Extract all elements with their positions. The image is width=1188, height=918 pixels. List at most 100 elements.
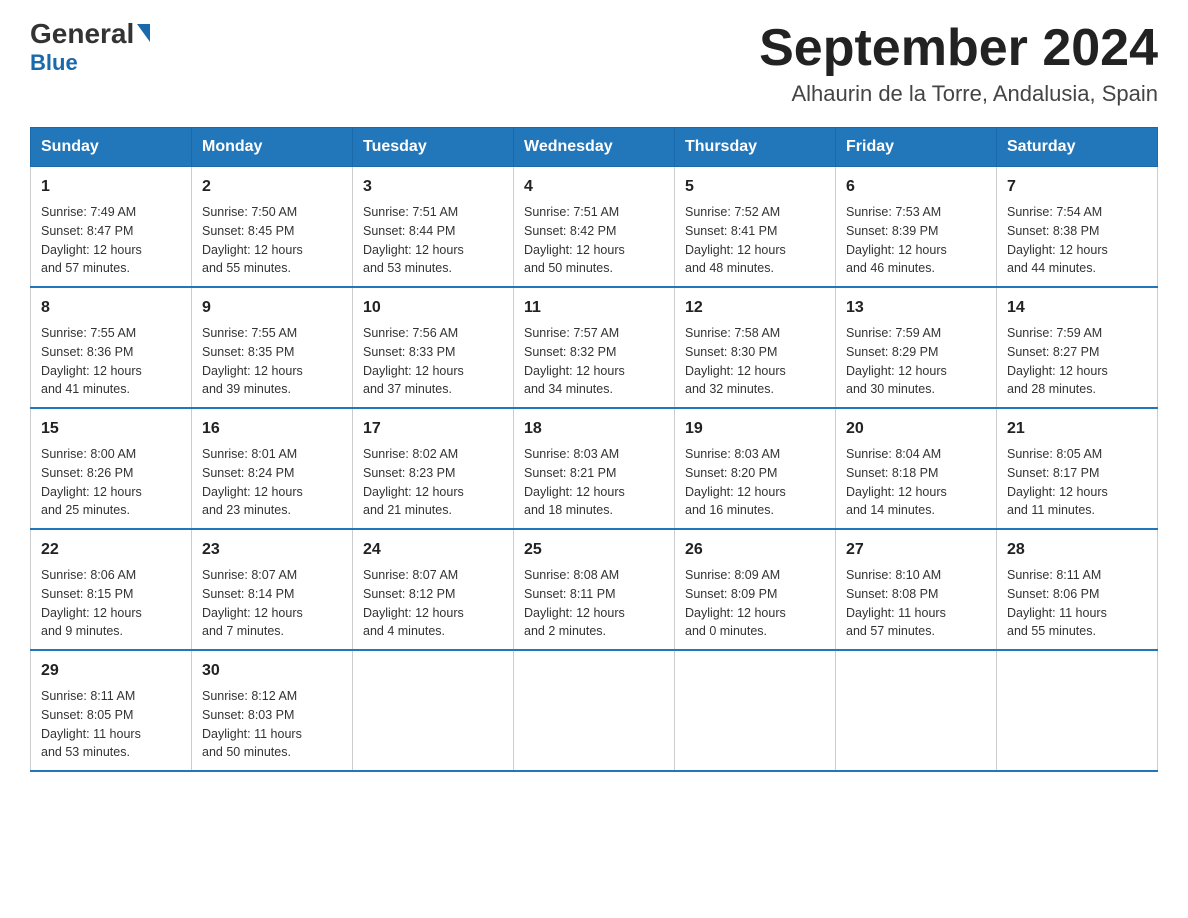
calendar-week-row: 1 Sunrise: 7:49 AM Sunset: 8:47 PM Daylig… bbox=[31, 167, 1158, 288]
logo-blue: Blue bbox=[30, 50, 78, 76]
calendar-cell: 29 Sunrise: 8:11 AM Sunset: 8:05 PM Dayli… bbox=[31, 650, 192, 771]
day-info: Sunrise: 8:12 AM Sunset: 8:03 PM Dayligh… bbox=[202, 687, 342, 762]
day-info: Sunrise: 7:54 AM Sunset: 8:38 PM Dayligh… bbox=[1007, 203, 1147, 278]
calendar-week-row: 8Sunrise: 7:55 AM Sunset: 8:36 PM Daylig… bbox=[31, 287, 1158, 408]
day-number: 1 bbox=[41, 175, 181, 199]
day-info: Sunrise: 7:49 AM Sunset: 8:47 PM Dayligh… bbox=[41, 203, 181, 278]
day-number: 28 bbox=[1007, 538, 1147, 562]
weekday-header-friday: Friday bbox=[836, 128, 997, 167]
day-info: Sunrise: 8:02 AM Sunset: 8:23 PM Dayligh… bbox=[363, 445, 503, 520]
calendar-cell: 10 Sunrise: 7:56 AM Sunset: 8:33 PM Dayli… bbox=[353, 287, 514, 408]
day-number: 16 bbox=[202, 417, 342, 441]
weekday-header-tuesday: Tuesday bbox=[353, 128, 514, 167]
calendar-cell: 17 Sunrise: 8:02 AM Sunset: 8:23 PM Dayli… bbox=[353, 408, 514, 529]
day-number: 4 bbox=[524, 175, 664, 199]
calendar-cell: 6Sunrise: 7:53 AM Sunset: 8:39 PM Daylig… bbox=[836, 167, 997, 288]
day-number: 6 bbox=[846, 175, 986, 199]
day-info: Sunrise: 7:51 AM Sunset: 8:44 PM Dayligh… bbox=[363, 203, 503, 278]
day-number: 20 bbox=[846, 417, 986, 441]
calendar-week-row: 22Sunrise: 8:06 AM Sunset: 8:15 PM Dayli… bbox=[31, 529, 1158, 650]
day-number: 12 bbox=[685, 296, 825, 320]
calendar-cell: 4 Sunrise: 7:51 AM Sunset: 8:42 PM Daylig… bbox=[514, 167, 675, 288]
weekday-header-row: SundayMondayTuesdayWednesdayThursdayFrid… bbox=[31, 128, 1158, 167]
day-info: Sunrise: 8:03 AM Sunset: 8:20 PM Dayligh… bbox=[685, 445, 825, 520]
calendar-cell bbox=[836, 650, 997, 771]
day-info: Sunrise: 8:11 AM Sunset: 8:06 PM Dayligh… bbox=[1007, 566, 1147, 641]
logo: General Blue bbox=[30, 20, 150, 76]
calendar-cell: 15 Sunrise: 8:00 AM Sunset: 8:26 PM Dayli… bbox=[31, 408, 192, 529]
calendar-cell: 23 Sunrise: 8:07 AM Sunset: 8:14 PM Dayli… bbox=[192, 529, 353, 650]
calendar-cell: 21 Sunrise: 8:05 AM Sunset: 8:17 PM Dayli… bbox=[997, 408, 1158, 529]
day-number: 5 bbox=[685, 175, 825, 199]
day-info: Sunrise: 8:05 AM Sunset: 8:17 PM Dayligh… bbox=[1007, 445, 1147, 520]
day-number: 24 bbox=[363, 538, 503, 562]
day-info: Sunrise: 8:08 AM Sunset: 8:11 PM Dayligh… bbox=[524, 566, 664, 641]
month-title: September 2024 bbox=[759, 20, 1158, 77]
calendar-cell: 26 Sunrise: 8:09 AM Sunset: 8:09 PM Dayli… bbox=[675, 529, 836, 650]
weekday-header-wednesday: Wednesday bbox=[514, 128, 675, 167]
day-info: Sunrise: 8:11 AM Sunset: 8:05 PM Dayligh… bbox=[41, 687, 181, 762]
day-info: Sunrise: 8:07 AM Sunset: 8:12 PM Dayligh… bbox=[363, 566, 503, 641]
day-number: 3 bbox=[363, 175, 503, 199]
calendar-cell: 3 Sunrise: 7:51 AM Sunset: 8:44 PM Daylig… bbox=[353, 167, 514, 288]
calendar-cell: 11 Sunrise: 7:57 AM Sunset: 8:32 PM Dayli… bbox=[514, 287, 675, 408]
calendar-cell: 13Sunrise: 7:59 AM Sunset: 8:29 PM Dayli… bbox=[836, 287, 997, 408]
page-header: General Blue September 2024 Alhaurin de … bbox=[30, 20, 1158, 107]
calendar-cell: 5Sunrise: 7:52 AM Sunset: 8:41 PM Daylig… bbox=[675, 167, 836, 288]
day-info: Sunrise: 7:50 AM Sunset: 8:45 PM Dayligh… bbox=[202, 203, 342, 278]
calendar-cell: 28 Sunrise: 8:11 AM Sunset: 8:06 PM Dayli… bbox=[997, 529, 1158, 650]
calendar-cell: 22Sunrise: 8:06 AM Sunset: 8:15 PM Dayli… bbox=[31, 529, 192, 650]
calendar-cell: 1 Sunrise: 7:49 AM Sunset: 8:47 PM Daylig… bbox=[31, 167, 192, 288]
day-number: 9 bbox=[202, 296, 342, 320]
day-info: Sunrise: 7:56 AM Sunset: 8:33 PM Dayligh… bbox=[363, 324, 503, 399]
day-info: Sunrise: 7:59 AM Sunset: 8:27 PM Dayligh… bbox=[1007, 324, 1147, 399]
day-info: Sunrise: 8:00 AM Sunset: 8:26 PM Dayligh… bbox=[41, 445, 181, 520]
day-number: 7 bbox=[1007, 175, 1147, 199]
calendar-cell: 7 Sunrise: 7:54 AM Sunset: 8:38 PM Daylig… bbox=[997, 167, 1158, 288]
calendar-cell bbox=[997, 650, 1158, 771]
day-info: Sunrise: 7:55 AM Sunset: 8:36 PM Dayligh… bbox=[41, 324, 181, 399]
day-info: Sunrise: 8:03 AM Sunset: 8:21 PM Dayligh… bbox=[524, 445, 664, 520]
day-number: 15 bbox=[41, 417, 181, 441]
day-number: 25 bbox=[524, 538, 664, 562]
day-number: 29 bbox=[41, 659, 181, 683]
day-info: Sunrise: 7:58 AM Sunset: 8:30 PM Dayligh… bbox=[685, 324, 825, 399]
day-info: Sunrise: 8:09 AM Sunset: 8:09 PM Dayligh… bbox=[685, 566, 825, 641]
day-number: 10 bbox=[363, 296, 503, 320]
calendar-cell: 14Sunrise: 7:59 AM Sunset: 8:27 PM Dayli… bbox=[997, 287, 1158, 408]
weekday-header-thursday: Thursday bbox=[675, 128, 836, 167]
calendar-cell: 2 Sunrise: 7:50 AM Sunset: 8:45 PM Daylig… bbox=[192, 167, 353, 288]
calendar-week-row: 29 Sunrise: 8:11 AM Sunset: 8:05 PM Dayli… bbox=[31, 650, 1158, 771]
day-number: 27 bbox=[846, 538, 986, 562]
calendar-cell: 27Sunrise: 8:10 AM Sunset: 8:08 PM Dayli… bbox=[836, 529, 997, 650]
day-info: Sunrise: 8:07 AM Sunset: 8:14 PM Dayligh… bbox=[202, 566, 342, 641]
logo-general: General bbox=[30, 20, 150, 48]
day-info: Sunrise: 8:04 AM Sunset: 8:18 PM Dayligh… bbox=[846, 445, 986, 520]
calendar-cell: 24 Sunrise: 8:07 AM Sunset: 8:12 PM Dayli… bbox=[353, 529, 514, 650]
day-number: 13 bbox=[846, 296, 986, 320]
day-number: 2 bbox=[202, 175, 342, 199]
calendar-cell: 8Sunrise: 7:55 AM Sunset: 8:36 PM Daylig… bbox=[31, 287, 192, 408]
day-info: Sunrise: 8:01 AM Sunset: 8:24 PM Dayligh… bbox=[202, 445, 342, 520]
calendar-cell: 16 Sunrise: 8:01 AM Sunset: 8:24 PM Dayli… bbox=[192, 408, 353, 529]
calendar-cell: 12 Sunrise: 7:58 AM Sunset: 8:30 PM Dayli… bbox=[675, 287, 836, 408]
day-number: 17 bbox=[363, 417, 503, 441]
weekday-header-monday: Monday bbox=[192, 128, 353, 167]
calendar-cell bbox=[514, 650, 675, 771]
calendar-header: SundayMondayTuesdayWednesdayThursdayFrid… bbox=[31, 128, 1158, 167]
day-number: 19 bbox=[685, 417, 825, 441]
calendar-body: 1 Sunrise: 7:49 AM Sunset: 8:47 PM Daylig… bbox=[31, 167, 1158, 772]
weekday-header-sunday: Sunday bbox=[31, 128, 192, 167]
calendar-cell bbox=[353, 650, 514, 771]
day-number: 23 bbox=[202, 538, 342, 562]
day-number: 26 bbox=[685, 538, 825, 562]
title-section: September 2024 Alhaurin de la Torre, And… bbox=[759, 20, 1158, 107]
calendar-cell: 30 Sunrise: 8:12 AM Sunset: 8:03 PM Dayli… bbox=[192, 650, 353, 771]
day-number: 30 bbox=[202, 659, 342, 683]
day-info: Sunrise: 7:55 AM Sunset: 8:35 PM Dayligh… bbox=[202, 324, 342, 399]
weekday-header-saturday: Saturday bbox=[997, 128, 1158, 167]
day-number: 11 bbox=[524, 296, 664, 320]
day-number: 21 bbox=[1007, 417, 1147, 441]
day-info: Sunrise: 7:51 AM Sunset: 8:42 PM Dayligh… bbox=[524, 203, 664, 278]
day-info: Sunrise: 7:57 AM Sunset: 8:32 PM Dayligh… bbox=[524, 324, 664, 399]
